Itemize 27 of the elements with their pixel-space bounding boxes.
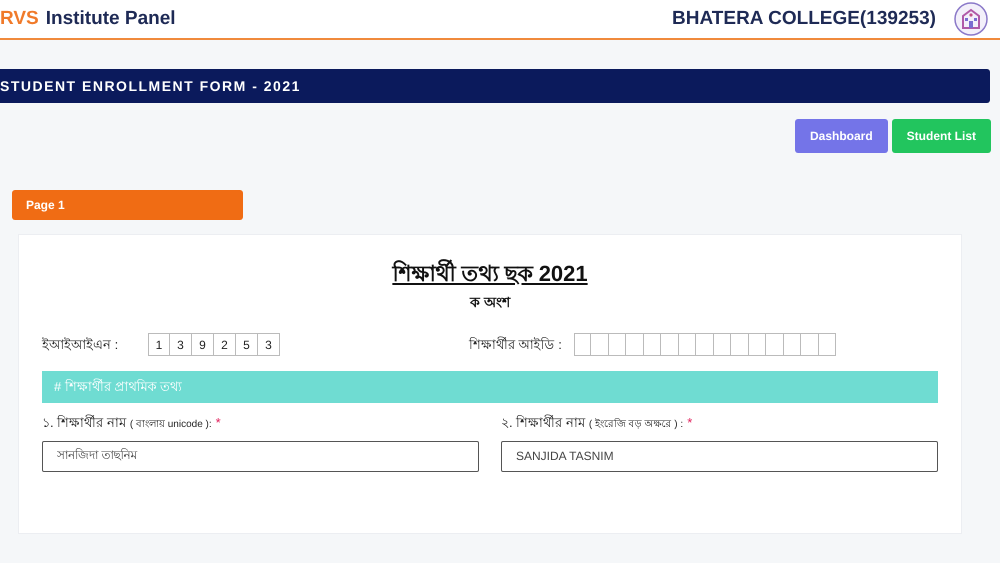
form-title: শিক্ষার্থী তথ্য ছক 2021	[392, 258, 588, 288]
digit-cell: 1	[148, 333, 170, 356]
digit-cell: 2	[214, 333, 236, 356]
brand-prefix: RVS	[0, 6, 39, 31]
eiin-label: ইআইআইএন :	[42, 336, 120, 354]
input-field[interactable]: সানজিদা তাছনিম	[42, 440, 479, 472]
college-name: BHATERA COLLEGE(139253)	[672, 6, 936, 31]
digit-cell: 5	[236, 333, 258, 356]
form-subtitle: ক অংশ	[470, 293, 510, 312]
required-asterisk: *	[687, 414, 692, 432]
brand-name: Institute Panel	[46, 6, 176, 31]
section-header: # শিক্ষার্থীর প্রাথমিক তথ্য	[42, 371, 938, 403]
digit-cell: 3	[258, 333, 280, 356]
field-label: ১. শিক্ষার্থীর নাম	[42, 414, 126, 432]
form-banner: STUDENT ENROLLMENT FORM - 2021	[0, 69, 990, 103]
required-asterisk: *	[216, 414, 221, 432]
field-hint: ( ইংরেজি বড় অক্ষরে ) :	[588, 417, 684, 432]
student-id-label: শিক্ষার্থীর আইডি :	[469, 336, 562, 354]
dashboard-button[interactable]: Dashboard	[794, 119, 888, 153]
page-tab[interactable]: Page 1	[12, 190, 243, 220]
digit-cell: 3	[170, 333, 192, 356]
digit-cell: 9	[192, 333, 214, 356]
student-list-button[interactable]: Student List	[892, 119, 991, 153]
field-hint: ( বাংলায় unicode ):	[130, 418, 212, 432]
building-icon[interactable]	[954, 2, 988, 36]
field-label: ২. শিক্ষার্থীর নাম	[501, 414, 585, 432]
input-field[interactable]: SANJIDA TASNIM	[501, 440, 938, 472]
